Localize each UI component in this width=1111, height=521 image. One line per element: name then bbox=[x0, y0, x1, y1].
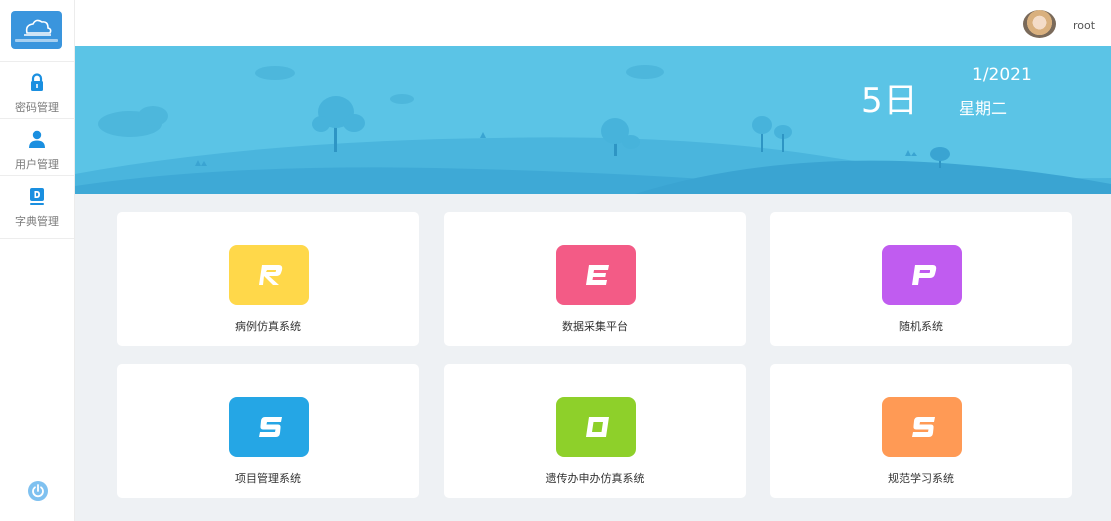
power-button[interactable] bbox=[28, 481, 48, 501]
top-header: root bbox=[75, 0, 1111, 46]
landscape-illustration bbox=[75, 65, 1111, 194]
letter-o-icon bbox=[556, 397, 636, 457]
letter-o-glyph bbox=[586, 417, 609, 437]
app-card-label: 数据采集平台 bbox=[562, 320, 628, 333]
welcome-banner: 5日 1/2021 星期二 bbox=[75, 46, 1111, 194]
sidebar: 密码管理 用户管理 字典管理 bbox=[0, 0, 75, 521]
sidebar-item-password[interactable]: 密码管理 bbox=[0, 61, 74, 117]
date-day: 5日 bbox=[861, 81, 919, 121]
app-root: 密码管理 用户管理 字典管理 root 5日 1/2021 星期二 病例仿真系统… bbox=[0, 0, 1111, 521]
user-avatar[interactable] bbox=[1023, 10, 1056, 38]
app-card-label: 随机系统 bbox=[899, 320, 943, 333]
username[interactable]: root bbox=[1073, 19, 1095, 32]
sidebar-item-label: 用户管理 bbox=[15, 158, 59, 171]
cloud-logo-icon bbox=[24, 19, 52, 36]
sidebar-item-label: 字典管理 bbox=[15, 215, 59, 228]
user-icon bbox=[29, 130, 45, 148]
letter-s-glyph bbox=[912, 417, 935, 437]
app-card-genetic-office-simulation[interactable]: 遗传办申办仿真系统 bbox=[444, 364, 746, 498]
dictionary-icon bbox=[30, 188, 44, 205]
app-card-standard-learning[interactable]: 规范学习系统 bbox=[770, 364, 1072, 498]
letter-s-glyph bbox=[259, 417, 282, 437]
sidebar-item-dictionary[interactable]: 字典管理 bbox=[0, 175, 74, 239]
app-card-project-management[interactable]: 项目管理系统 bbox=[117, 364, 419, 498]
sidebar-item-label: 密码管理 bbox=[15, 101, 59, 114]
date-weekday: 星期二 bbox=[959, 99, 1008, 118]
power-icon bbox=[32, 484, 44, 498]
letter-e-icon bbox=[556, 245, 636, 305]
letter-s-icon bbox=[882, 397, 962, 457]
app-card-label: 规范学习系统 bbox=[888, 472, 954, 485]
date-month-year: 1/2021 bbox=[972, 65, 1032, 85]
app-card-case-simulation[interactable]: 病例仿真系统 bbox=[117, 212, 419, 346]
letter-r-glyph bbox=[259, 265, 283, 285]
logo-caption bbox=[15, 39, 58, 42]
app-card-label: 项目管理系统 bbox=[235, 472, 301, 485]
letter-r-icon bbox=[229, 245, 309, 305]
sidebar-item-users[interactable]: 用户管理 bbox=[0, 118, 74, 174]
app-card-label: 遗传办申办仿真系统 bbox=[545, 472, 645, 485]
app-logo[interactable] bbox=[11, 11, 62, 49]
lock-icon bbox=[31, 73, 43, 91]
app-card-randomization[interactable]: 随机系统 bbox=[770, 212, 1072, 346]
app-card-label: 病例仿真系统 bbox=[235, 320, 301, 333]
letter-s-icon bbox=[229, 397, 309, 457]
letter-p-icon bbox=[882, 245, 962, 305]
letter-p-glyph bbox=[912, 265, 937, 285]
app-card-data-collection[interactable]: 数据采集平台 bbox=[444, 212, 746, 346]
letter-e-glyph bbox=[586, 265, 609, 285]
app-grid: 病例仿真系统 数据采集平台 随机系统 项目管理系统 遗传办申办仿真系统 规范学习… bbox=[75, 194, 1111, 521]
